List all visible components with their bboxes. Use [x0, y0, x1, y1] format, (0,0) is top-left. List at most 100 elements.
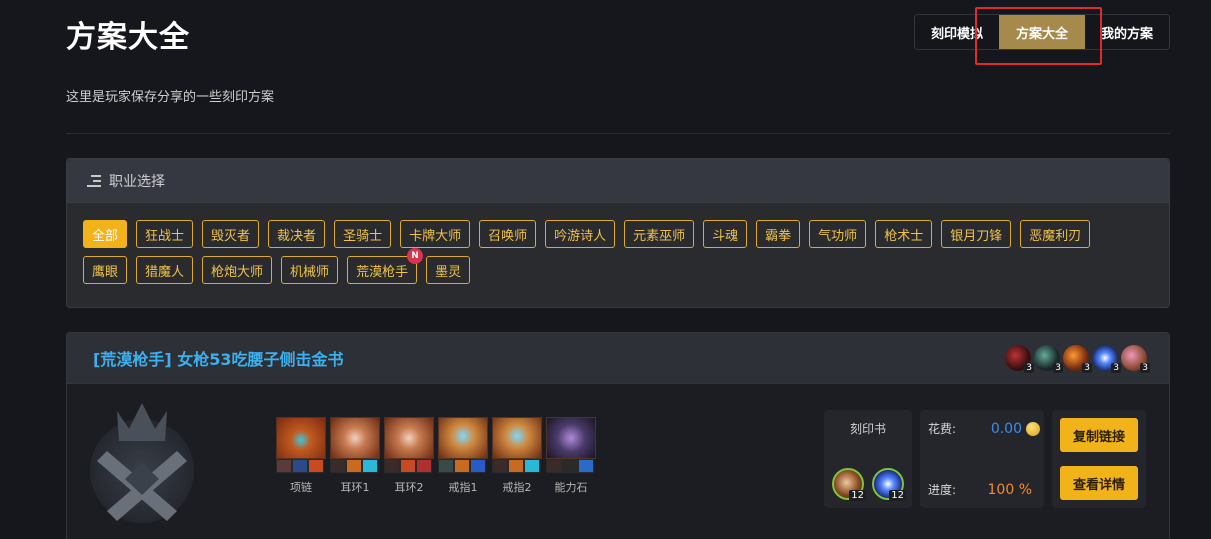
divider — [66, 133, 1170, 134]
view-details-button[interactable]: 查看详情 — [1060, 466, 1138, 500]
effect-icon — [546, 459, 562, 473]
job-button-label: 枪术士 — [884, 228, 924, 244]
engraving-level: 3 — [1111, 363, 1121, 373]
job-button-label: 狂战士 — [145, 228, 185, 244]
tab-engraving-sim[interactable]: 刻印模拟 — [915, 15, 999, 49]
copy-link-button[interactable]: 复制链接 — [1060, 418, 1138, 452]
job-selection-panel: 职业选择 全部 狂战士 毁灭者 裁决者 圣骑士 卡牌大师 召唤师 吟游诗人 元素巫师 斗魂 霸拳 气功… — [66, 158, 1170, 308]
progress-label: 进度: — [928, 483, 957, 497]
job-button-label: 墨灵 — [435, 264, 462, 280]
engraving-icon-2: 3 — [1034, 345, 1063, 373]
gear-label: 戒指1 — [448, 481, 478, 494]
job-panel-title: 职业选择 — [109, 173, 165, 190]
job-button-label: 机械师 — [290, 264, 330, 280]
gear-item[interactable]: 项链 — [276, 417, 326, 495]
action-box: 复制链接 查看详情 — [1052, 410, 1146, 508]
effect-icon — [416, 459, 432, 473]
job-button[interactable]: 裁决者 — [268, 220, 326, 248]
engraving-list: 3 3 3 3 3 — [1002, 345, 1150, 373]
engraving-level: 3 — [1024, 363, 1034, 373]
gear-item[interactable]: 戒指2 — [492, 417, 542, 495]
engraving-book-list: 12 12 — [832, 468, 912, 501]
engraving-book-title: 刻印书 — [849, 422, 886, 436]
gear-label: 戒指2 — [502, 481, 532, 494]
job-button[interactable]: 卡牌大师 — [400, 220, 471, 248]
tab-plan-collection[interactable]: 方案大全 — [999, 15, 1085, 49]
effect-icon — [308, 459, 324, 473]
job-button[interactable]: 机械师 — [281, 256, 339, 284]
job-button[interactable]: 召唤师 — [479, 220, 537, 248]
engraving-level: 3 — [1053, 363, 1063, 373]
job-button-label: 圣骑士 — [343, 228, 383, 244]
gear-effects — [438, 459, 488, 473]
gear-item[interactable]: 耳环2 — [384, 417, 434, 495]
effect-icon — [276, 459, 292, 473]
job-button[interactable]: 猎魔人 — [136, 256, 194, 284]
job-button[interactable]: 斗魂 — [703, 220, 748, 248]
effect-icon — [578, 459, 594, 473]
plan-title[interactable]: [荒漠枪手] 女枪53吃腰子侧击金书 — [93, 346, 343, 370]
job-button-label: 鹰眼 — [92, 264, 119, 280]
ring-icon — [438, 417, 488, 459]
job-button-label: 斗魂 — [712, 228, 739, 244]
coin-icon — [1026, 421, 1040, 436]
job-button-label: 吟游诗人 — [554, 228, 607, 244]
page-title: 方案大全 — [66, 20, 190, 55]
tab-my-plans[interactable]: 我的方案 — [1085, 15, 1169, 49]
effect-icon — [524, 459, 540, 473]
job-button[interactable]: 银月刀锋 — [941, 220, 1012, 248]
job-button-label: 裁决者 — [277, 228, 317, 244]
effect-icon — [292, 459, 308, 473]
gear-item[interactable]: 能力石 — [546, 417, 596, 495]
job-button[interactable]: 荒漠枪手 N — [347, 248, 424, 284]
effect-icon — [454, 459, 470, 473]
cost-box: 花费: 0.00 进度: 100 % — [920, 410, 1044, 508]
job-button[interactable]: 圣骑士 — [334, 220, 392, 248]
job-panel-header: 职业选择 — [67, 159, 1169, 203]
effect-icon — [470, 459, 486, 473]
job-button-label: 卡牌大师 — [409, 228, 462, 244]
job-button[interactable]: 枪炮大师 — [202, 256, 273, 284]
effect-icon — [330, 459, 346, 473]
progress-value: 100 % — [987, 481, 1032, 498]
gear-effects — [384, 459, 434, 473]
job-button-label: 全部 — [92, 228, 119, 244]
job-button-label: 银月刀锋 — [950, 228, 1003, 244]
job-button-label: 荒漠枪手 — [356, 264, 409, 280]
job-button[interactable]: 全部 — [83, 220, 128, 248]
book-level: 12 — [889, 490, 906, 501]
plan-card-header: [荒漠枪手] 女枪53吃腰子侧击金书 3 3 3 3 3 — [67, 333, 1169, 384]
job-button-label: 枪炮大师 — [211, 264, 264, 280]
engraving-icon-5: 3 — [1121, 345, 1150, 373]
effect-icon — [362, 459, 378, 473]
job-button-label: 恶魔利刃 — [1029, 228, 1082, 244]
book-engraving-icon-1: 12 — [832, 468, 866, 501]
book-level: 12 — [849, 490, 866, 501]
class-emblem-icon — [90, 403, 194, 523]
new-badge: N — [407, 248, 424, 264]
job-button[interactable]: 鹰眼 — [83, 256, 128, 284]
job-button[interactable]: 枪术士 — [875, 220, 933, 248]
gear-item[interactable]: 耳环1 — [330, 417, 380, 495]
job-button[interactable]: 元素巫师 — [624, 220, 695, 248]
gear-label: 项链 — [290, 481, 312, 494]
gear-label: 耳环1 — [340, 481, 370, 494]
job-button[interactable]: 吟游诗人 — [545, 220, 616, 248]
book-engraving-icon-2: 12 — [872, 468, 906, 501]
earring-icon — [330, 417, 380, 459]
job-button[interactable]: 狂战士 — [136, 220, 194, 248]
page-subtitle: 这里是玩家保存分享的一些刻印方案 — [66, 90, 275, 105]
job-list: 全部 狂战士 毁灭者 裁决者 圣骑士 卡牌大师 召唤师 吟游诗人 元素巫师 斗魂 霸拳 气功师 枪术士 银… — [67, 203, 1147, 292]
job-button[interactable]: 毁灭者 — [202, 220, 260, 248]
job-button[interactable]: 气功师 — [809, 220, 867, 248]
job-button[interactable]: 恶魔利刃 — [1020, 220, 1091, 248]
cost-value: 0.00 — [990, 420, 1022, 437]
gear-item[interactable]: 戒指1 — [438, 417, 488, 495]
effect-icon — [508, 459, 524, 473]
job-button[interactable]: 霸拳 — [756, 220, 801, 248]
job-button[interactable]: 墨灵 — [426, 256, 471, 284]
gear-effects — [546, 459, 596, 473]
effect-icon — [384, 459, 400, 473]
engraving-level: 3 — [1140, 363, 1150, 373]
plan-card: [荒漠枪手] 女枪53吃腰子侧击金书 3 3 3 3 3 项链 耳环1 耳环2 戒指1 戒指2 能… — [66, 332, 1170, 539]
